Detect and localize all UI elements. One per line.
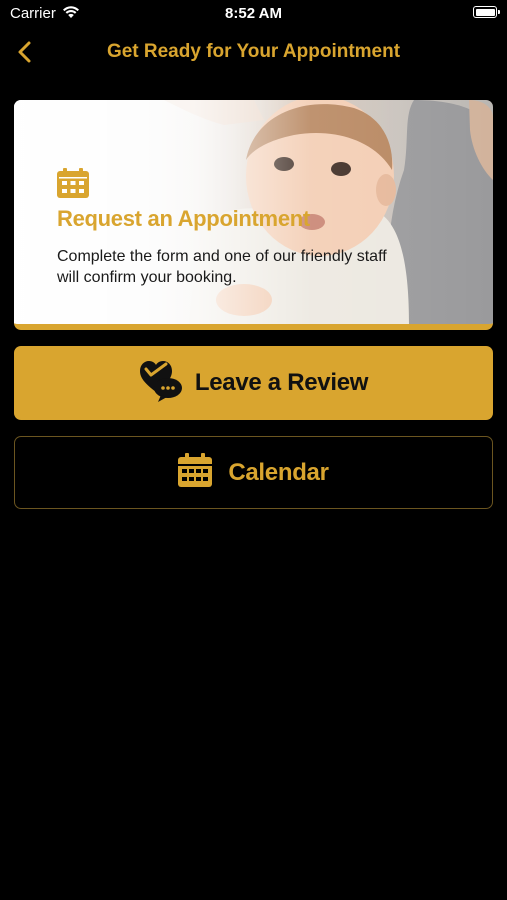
request-appointment-card[interactable]: Request an Appointment Complete the form… xyxy=(14,100,493,330)
navigation-bar: Get Ready for Your Appointment xyxy=(0,30,507,74)
status-bar: Carrier 8:52 AM xyxy=(0,0,507,28)
calendar-button[interactable]: Calendar xyxy=(14,436,493,509)
leave-review-button[interactable]: Leave a Review xyxy=(14,346,493,420)
card-heading: Request an Appointment xyxy=(57,206,310,231)
heart-chat-icon xyxy=(139,360,183,407)
leave-review-label: Leave a Review xyxy=(194,369,369,396)
page-title: Get Ready for Your Appointment xyxy=(106,41,401,62)
calendar-icon xyxy=(178,453,213,492)
battery-icon xyxy=(473,6,500,18)
calendar-icon xyxy=(57,168,89,203)
calendar-label: Calendar xyxy=(228,458,329,486)
clock: 8:52 AM xyxy=(225,5,282,22)
card-description: Complete the form and one of our friendl… xyxy=(57,248,387,286)
